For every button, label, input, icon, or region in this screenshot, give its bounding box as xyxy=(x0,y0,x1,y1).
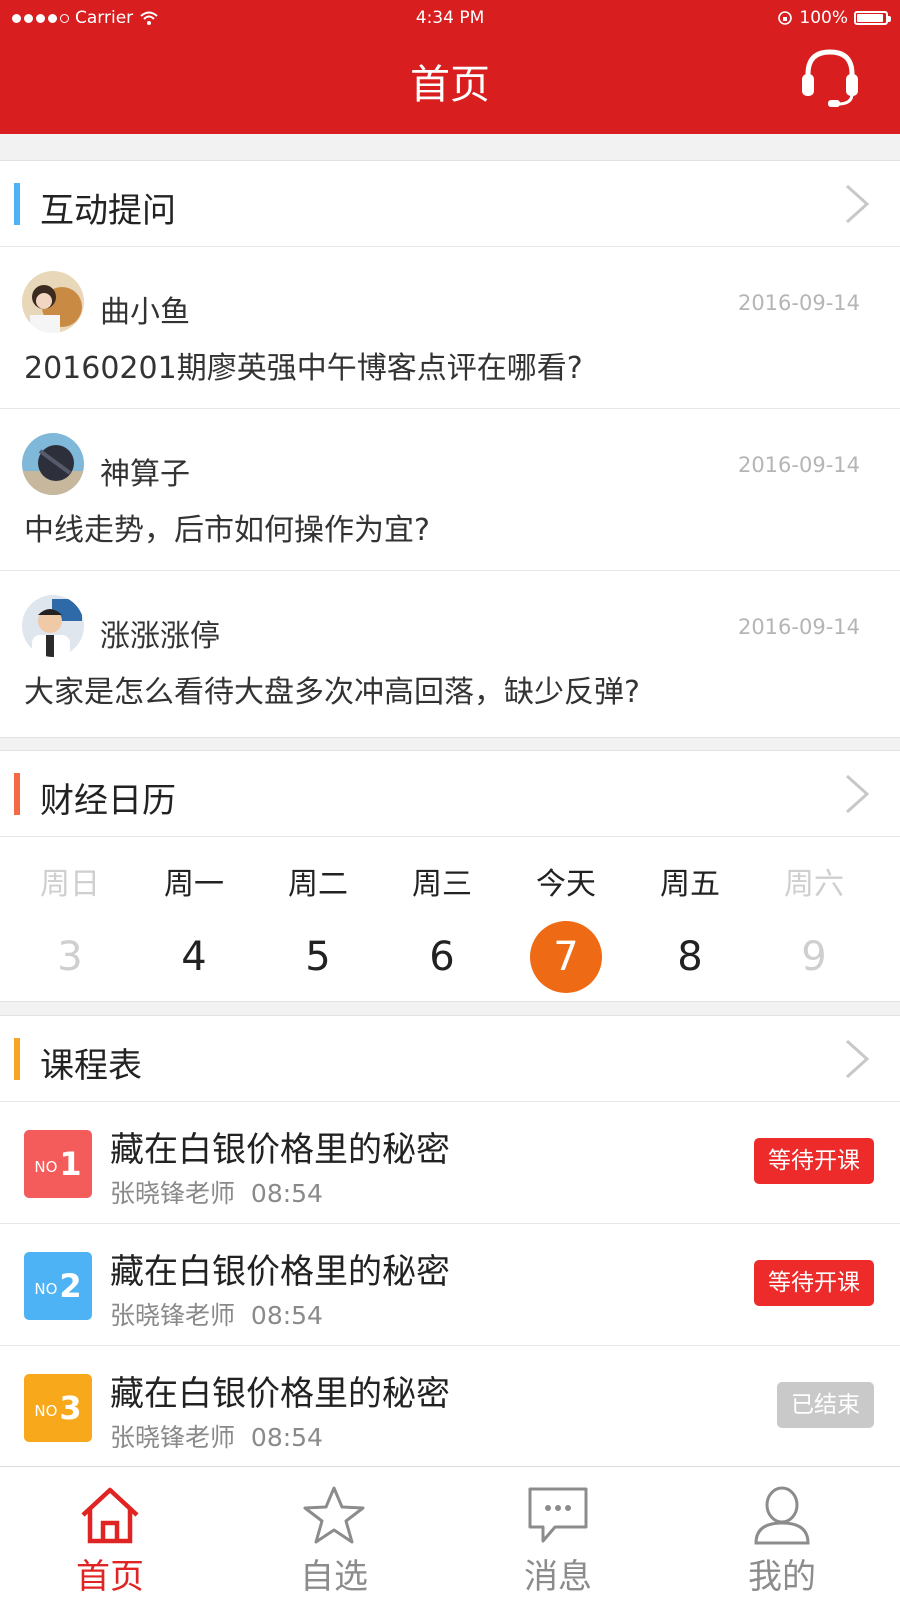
calendar-day-mon[interactable]: 周一 4 xyxy=(132,859,256,993)
status-time: 4:34 PM xyxy=(415,8,485,28)
tab-watchlist[interactable]: 自选 xyxy=(254,1485,414,1598)
course-time: 08:54 xyxy=(250,1301,323,1330)
course-rank-badge: NO 3 xyxy=(24,1374,92,1442)
day-name: 周一 xyxy=(164,867,224,902)
calendar-day-fri[interactable]: 周五 8 xyxy=(628,859,752,993)
qa-question: 中线走势，后市如何操作为宜? xyxy=(24,513,430,548)
calendar-day-sun[interactable]: 周日 3 xyxy=(8,859,132,993)
day-number: 7 xyxy=(530,921,602,993)
battery-icon xyxy=(854,11,891,25)
calendar-accent-bar xyxy=(14,773,20,815)
avatar[interactable] xyxy=(22,433,84,495)
day-name: 周六 xyxy=(784,867,844,902)
qa-question: 大家是怎么看待大盘多次冲高回落，缺少反弹? xyxy=(24,675,640,710)
day-name: 周三 xyxy=(412,867,472,902)
day-number: 8 xyxy=(677,934,703,980)
course-time: 08:54 xyxy=(250,1423,323,1452)
avatar[interactable] xyxy=(22,595,84,657)
battery-label: 100% xyxy=(799,8,848,28)
qa-title: 互动提问 xyxy=(40,191,176,231)
qa-date: 2016-09-14 xyxy=(737,291,860,315)
course-teacher: 张晓锋老师 xyxy=(110,1301,236,1330)
day-name: 周日 xyxy=(40,867,100,902)
course-title-text: 藏在白银价格里的秘密 xyxy=(110,1374,450,1414)
course-title: 课程表 xyxy=(40,1046,142,1086)
qa-section: 互动提问 曲小鱼 2016-09-14 20160201期廖英强中午博客点评在哪… xyxy=(0,160,900,738)
tab-label: 我的 xyxy=(748,1557,816,1597)
course-info: 张晓锋老师 08:54 xyxy=(110,1174,323,1210)
qa-item[interactable]: 曲小鱼 2016-09-14 20160201期廖英强中午博客点评在哪看? xyxy=(0,247,900,409)
course-section: 课程表 NO 1 藏在白银价格里的秘密 张晓锋老师 08:54 等待开课 NO … xyxy=(0,1015,900,1475)
day-number: 9 xyxy=(801,934,827,980)
course-info: 张晓锋老师 08:54 xyxy=(110,1418,323,1454)
status-bar: Carrier 4:34 PM 100% xyxy=(0,0,900,36)
star-icon xyxy=(303,1486,365,1544)
calendar-header[interactable]: 财经日历 xyxy=(0,751,900,837)
course-rank-badge: NO 1 xyxy=(24,1130,92,1198)
course-header[interactable]: 课程表 xyxy=(0,1016,900,1102)
course-item[interactable]: NO 2 藏在白银价格里的秘密 张晓锋老师 08:54 等待开课 xyxy=(0,1224,900,1346)
chevron-right-icon[interactable] xyxy=(844,773,870,815)
day-number: 4 xyxy=(181,934,207,980)
day-number: 6 xyxy=(429,934,455,980)
chevron-right-icon[interactable] xyxy=(844,1038,870,1080)
qa-header[interactable]: 互动提问 xyxy=(0,161,900,247)
day-number: 5 xyxy=(305,934,331,980)
day-name: 今天 xyxy=(536,867,596,902)
qa-date: 2016-09-14 xyxy=(737,615,860,639)
app-header: Carrier 4:34 PM 100% 首页 xyxy=(0,0,900,134)
day-name: 周五 xyxy=(660,867,720,902)
avatar[interactable] xyxy=(22,271,84,333)
calendar-day-wed[interactable]: 周三 6 xyxy=(380,859,504,993)
calendar-day-today[interactable]: 今天 7 xyxy=(504,859,628,993)
course-time: 08:54 xyxy=(250,1179,323,1208)
qa-item[interactable]: 涨涨涨停 2016-09-14 大家是怎么看待大盘多次冲高回落，缺少反弹? xyxy=(0,571,900,733)
day-name: 周二 xyxy=(288,867,348,902)
headset-icon[interactable] xyxy=(800,46,860,110)
tab-profile[interactable]: 我的 xyxy=(702,1485,862,1598)
calendar-week: 周日 3 周一 4 周二 5 周三 6 今天 7 周五 8 周六 9 xyxy=(0,837,900,997)
course-info: 张晓锋老师 08:54 xyxy=(110,1296,323,1332)
course-item[interactable]: NO 1 藏在白银价格里的秘密 张晓锋老师 08:54 等待开课 xyxy=(0,1102,900,1224)
qa-date: 2016-09-14 xyxy=(737,453,860,477)
tab-bar: 首页 自选 消息 我的 xyxy=(0,1466,900,1600)
message-icon xyxy=(528,1487,588,1543)
calendar-title: 财经日历 xyxy=(40,781,176,821)
user-icon xyxy=(754,1486,810,1545)
tab-label: 消息 xyxy=(524,1557,592,1597)
tab-home[interactable]: 首页 xyxy=(30,1485,190,1598)
course-status-button[interactable]: 已结束 xyxy=(777,1382,874,1428)
calendar-section: 财经日历 周日 3 周一 4 周二 5 周三 6 今天 7 周五 8 周六 9 xyxy=(0,750,900,1002)
qa-accent-bar xyxy=(14,183,20,225)
course-teacher: 张晓锋老师 xyxy=(110,1423,236,1452)
chevron-right-icon[interactable] xyxy=(844,183,870,225)
home-icon xyxy=(81,1487,139,1544)
course-title-text: 藏在白银价格里的秘密 xyxy=(110,1252,450,1292)
course-rank-badge: NO 2 xyxy=(24,1252,92,1320)
tab-label: 首页 xyxy=(76,1557,144,1597)
calendar-day-tue[interactable]: 周二 5 xyxy=(256,859,380,993)
course-item[interactable]: NO 3 藏在白银价格里的秘密 张晓锋老师 08:54 已结束 xyxy=(0,1346,900,1468)
course-status-button[interactable]: 等待开课 xyxy=(754,1260,874,1306)
qa-user-name: 神算子 xyxy=(100,457,190,492)
page-title: 首页 xyxy=(410,62,490,108)
course-status-button[interactable]: 等待开课 xyxy=(754,1138,874,1184)
qa-question: 20160201期廖英强中午博客点评在哪看? xyxy=(24,351,583,386)
course-accent-bar xyxy=(14,1038,20,1080)
course-teacher: 张晓锋老师 xyxy=(110,1179,236,1208)
course-title-text: 藏在白银价格里的秘密 xyxy=(110,1130,450,1170)
calendar-day-sat[interactable]: 周六 9 xyxy=(752,859,876,993)
qa-user-name: 涨涨涨停 xyxy=(100,619,220,654)
tab-label: 自选 xyxy=(300,1557,368,1597)
tab-messages[interactable]: 消息 xyxy=(478,1485,638,1598)
day-number: 3 xyxy=(57,934,83,980)
orientation-lock-icon xyxy=(778,11,793,25)
qa-item[interactable]: 神算子 2016-09-14 中线走势，后市如何操作为宜? xyxy=(0,409,900,571)
qa-user-name: 曲小鱼 xyxy=(100,295,190,330)
